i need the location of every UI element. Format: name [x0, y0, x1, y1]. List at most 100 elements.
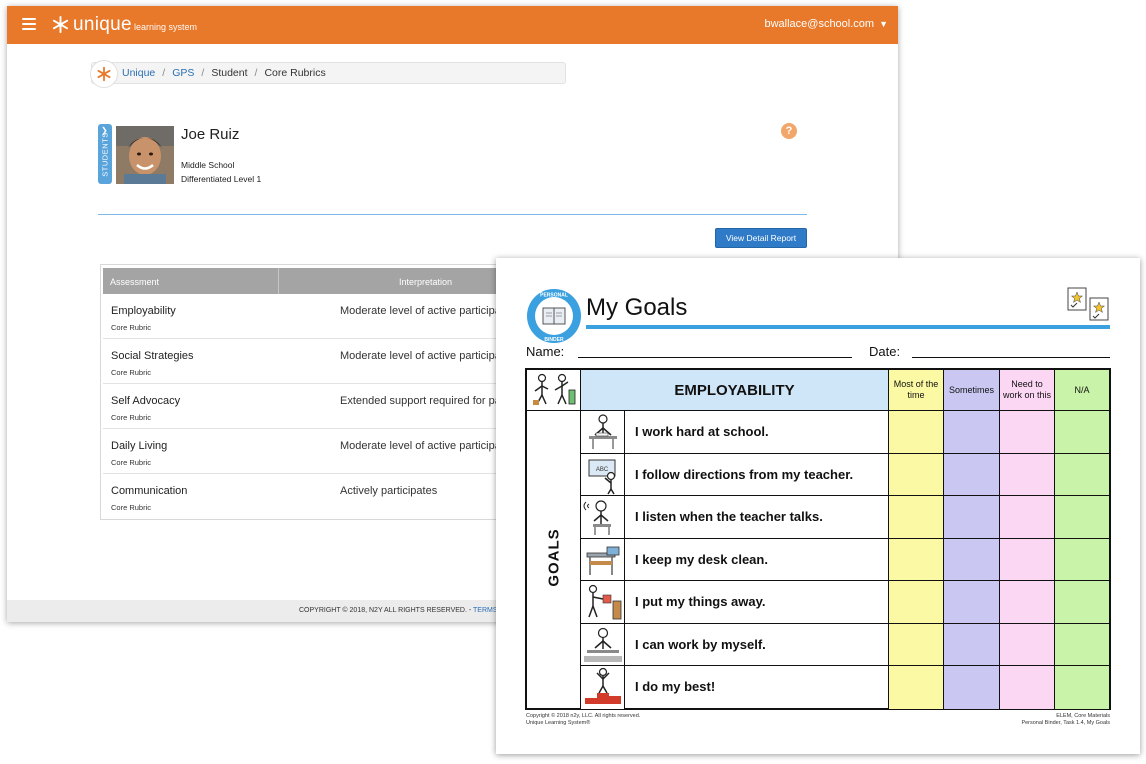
breadcrumb-separator: / [254, 67, 258, 79]
worksheet-copyright: Copyright © 2018 n2y, LLC. All rights re… [526, 713, 641, 719]
goal-text: I work hard at school. [625, 411, 889, 454]
checkbox-sometimes[interactable] [944, 623, 1000, 666]
student-level: Differentiated Level 1 [181, 174, 262, 184]
interpretation-text: Extended support required for pa [340, 395, 501, 407]
checkbox-sometimes[interactable] [944, 496, 1000, 539]
goal-picture [581, 538, 625, 581]
top-bar: unique learning system bwallace@school.c… [7, 6, 898, 44]
checkbox-need-work[interactable] [1000, 453, 1055, 496]
breadcrumb-unique[interactable]: Unique [122, 67, 155, 79]
student-photo [116, 126, 174, 184]
goal-text: I put my things away. [625, 581, 889, 624]
checkbox-na[interactable] [1055, 581, 1109, 624]
checkbox-need-work[interactable] [1000, 666, 1055, 709]
interpretation-text: Moderate level of active participa [340, 305, 501, 317]
goal-picture: ABC [581, 453, 625, 496]
desk-icon [586, 546, 620, 575]
checkbox-most[interactable] [889, 496, 944, 539]
students-tab[interactable]: ❯ STUDENTS [98, 124, 112, 184]
checkbox-need-work[interactable] [1000, 496, 1055, 539]
checkbox-na[interactable] [1055, 666, 1109, 709]
checkbox-need-work[interactable] [1000, 581, 1055, 624]
interpretation-text: Moderate level of active participa [340, 350, 501, 362]
menu-icon[interactable] [22, 18, 36, 30]
column-header-assessment: Assessment [110, 277, 160, 287]
checkbox-na[interactable] [1055, 453, 1109, 496]
worksheet-brand: Unique Learning System® [526, 720, 591, 726]
column-header-na: N/A [1055, 370, 1109, 411]
interpretation-text: Moderate level of active participa [340, 440, 501, 452]
user-menu[interactable]: bwallace@school.com ▼ [764, 18, 888, 30]
checkbox-na[interactable] [1055, 496, 1109, 539]
checkbox-na[interactable] [1055, 623, 1109, 666]
goal-picture [581, 623, 625, 666]
rubrics-table: Assessment Interpretation Employability … [100, 264, 520, 520]
goal-text: I keep my desk clean. [625, 538, 889, 581]
personal-binder-badge-icon: PERSONAL BINDER [527, 289, 581, 343]
interpretation-text: Actively participates [340, 485, 438, 497]
breadcrumb-gps[interactable]: GPS [172, 67, 194, 79]
table-row[interactable]: Self Advocacy Core Rubric Extended suppo… [103, 384, 519, 429]
put-away-icon [588, 584, 622, 620]
work-hard-icon [589, 414, 617, 449]
checkbox-need-work[interactable] [1000, 411, 1055, 454]
workers-icon [533, 373, 576, 405]
assessment-name: Communication [111, 485, 188, 497]
snowflake-icon [97, 66, 111, 82]
checkbox-sometimes[interactable] [944, 453, 1000, 496]
goal-row: I put my things away. [581, 581, 1109, 624]
table-row[interactable]: Employability Core Rubric Moderate level… [103, 294, 519, 339]
goal-row: I keep my desk clean. [581, 538, 1109, 581]
worksheet-footer-right: ELEM, Core Materials Personal Binder, Ta… [1021, 713, 1110, 727]
checkbox-sometimes[interactable] [944, 538, 1000, 581]
help-icon[interactable]: ? [781, 123, 797, 139]
goal-picture [581, 666, 625, 709]
goal-picture [581, 496, 625, 539]
checkbox-most[interactable] [889, 666, 944, 709]
section-divider [98, 214, 807, 215]
checkbox-sometimes[interactable] [944, 666, 1000, 709]
checkbox-most[interactable] [889, 538, 944, 581]
breadcrumb-separator: / [162, 67, 166, 79]
goal-text: I listen when the teacher talks. [625, 496, 889, 539]
goal-row: I listen when the teacher talks. [581, 496, 1109, 539]
view-detail-report-button[interactable]: View Detail Report [715, 228, 807, 248]
title-rule [586, 325, 1110, 329]
date-field-line[interactable] [912, 357, 1110, 358]
checkbox-need-work[interactable] [1000, 538, 1055, 581]
checkbox-need-work[interactable] [1000, 623, 1055, 666]
student-avatar [116, 126, 174, 184]
table-header: Assessment Interpretation [103, 268, 519, 294]
checkbox-most[interactable] [889, 623, 944, 666]
checkbox-most[interactable] [889, 411, 944, 454]
goal-row: I work hard at school. [581, 411, 1109, 454]
name-field-line[interactable] [578, 357, 852, 358]
checkbox-sometimes[interactable] [944, 411, 1000, 454]
copyright-text: COPYRIGHT © 2018, N2Y ALL RIGHTS RESERVE… [299, 607, 473, 614]
goal-picture [581, 411, 625, 454]
checkbox-most[interactable] [889, 453, 944, 496]
checkbox-na[interactable] [1055, 538, 1109, 581]
assessment-type: Core Rubric [111, 458, 152, 467]
breadcrumb-separator: / [201, 67, 205, 79]
svg-text:ABC: ABC [596, 467, 609, 473]
column-header-most: Most of the time [889, 370, 944, 411]
assessment-type: Core Rubric [111, 323, 152, 332]
brand-name: unique [73, 14, 132, 35]
checkbox-sometimes[interactable] [944, 581, 1000, 624]
table-row[interactable]: Daily Living Core Rubric Moderate level … [103, 429, 519, 474]
assessment-type: Core Rubric [111, 503, 152, 512]
student-school: Middle School [181, 160, 235, 170]
table-row[interactable]: Social Strategies Core Rubric Moderate l… [103, 339, 519, 384]
column-header-need-work: Need to work on this [1000, 370, 1055, 411]
follow-directions-icon: ABC [588, 459, 616, 494]
badge-bottom-text: BINDER [544, 337, 564, 343]
checkbox-na[interactable] [1055, 411, 1109, 454]
assessment-name: Self Advocacy [111, 395, 181, 407]
goals-side-label: GOALS [527, 411, 581, 708]
listen-icon [583, 500, 611, 535]
table-row[interactable]: Communication Core Rubric Actively parti… [103, 474, 519, 519]
podium-icon [585, 667, 621, 704]
checkbox-most[interactable] [889, 581, 944, 624]
brand-subtitle: learning system [134, 22, 198, 32]
